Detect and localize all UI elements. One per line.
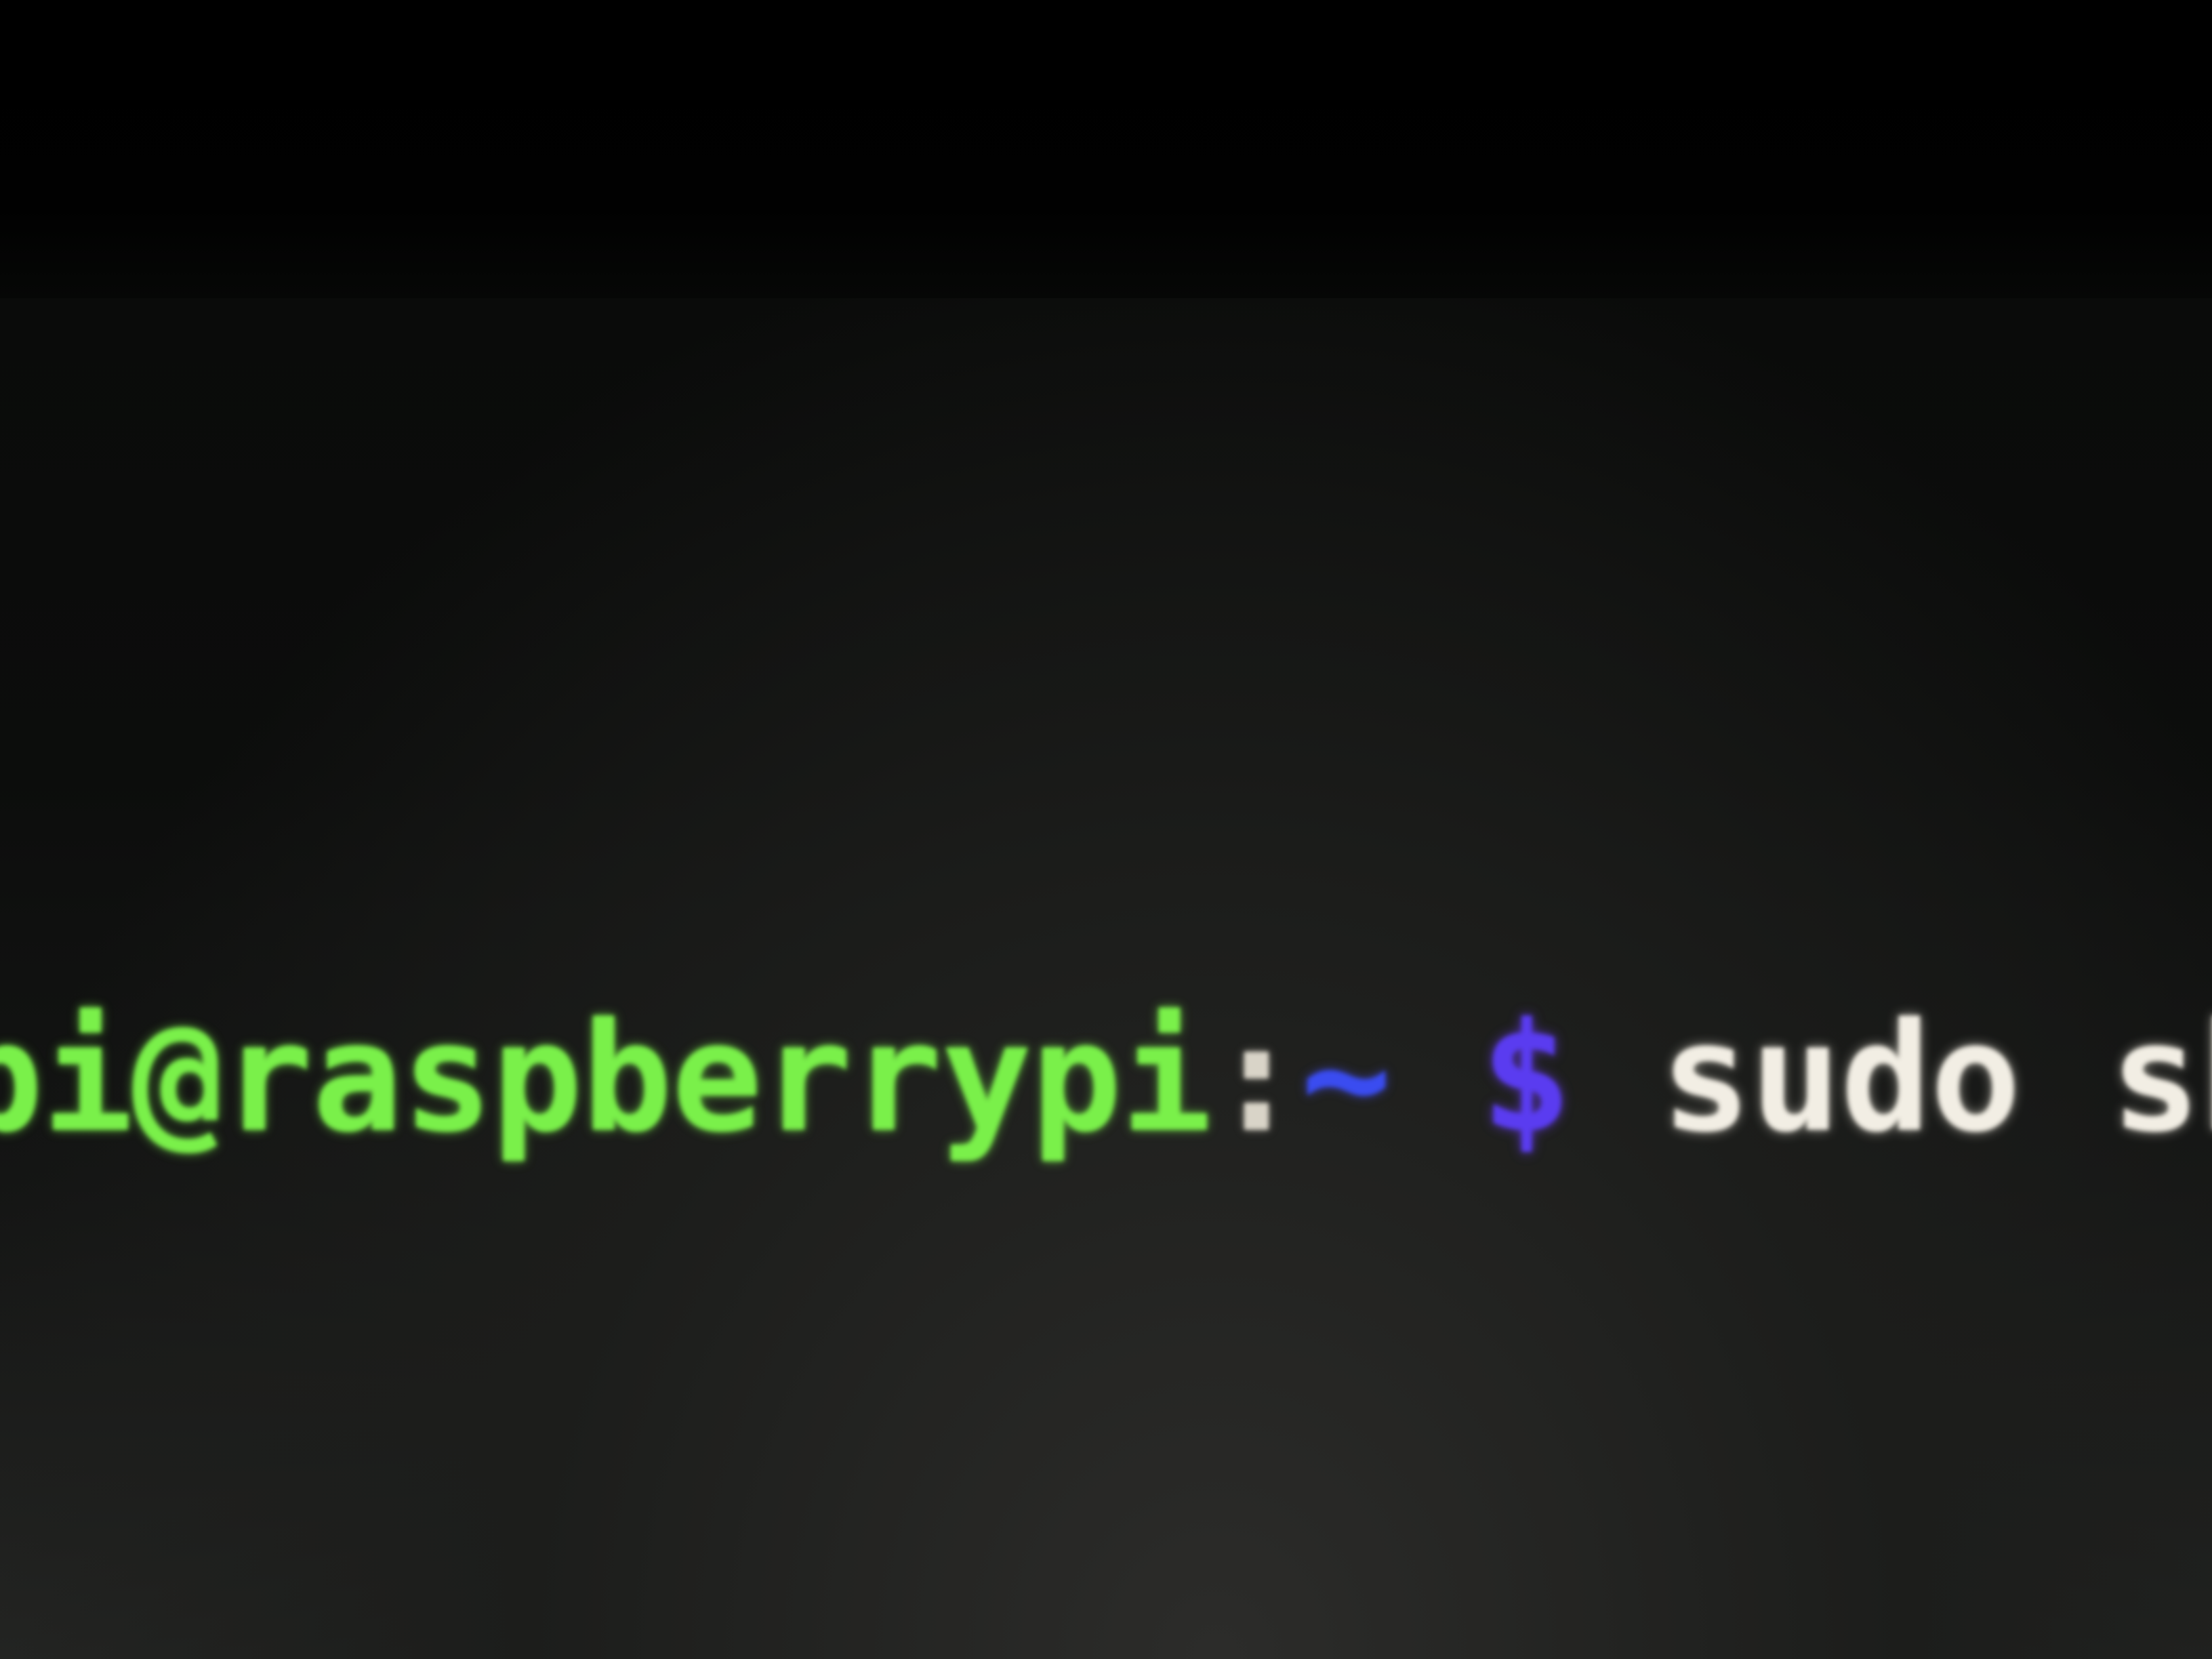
prompt-separator: :: [1211, 991, 1302, 1166]
terminal-screen[interactable]: pi@raspberrypi:~ $ sudo shutdown -r now: [0, 298, 2212, 1659]
prompt-user-host: pi@raspberrypi: [0, 991, 1212, 1166]
prompt-symbol: $: [1481, 991, 1572, 1166]
monitor-bezel: [0, 0, 2212, 298]
command-input-text[interactable]: sudo shutdown -r now: [1660, 991, 2212, 1166]
terminal-photo: pi@raspberrypi:~ $ sudo shutdown -r now: [0, 0, 2212, 1659]
terminal-command-line[interactable]: pi@raspberrypi:~ $ sudo shutdown -r now: [0, 1003, 2212, 1153]
prompt-path: ~: [1300, 991, 1392, 1166]
